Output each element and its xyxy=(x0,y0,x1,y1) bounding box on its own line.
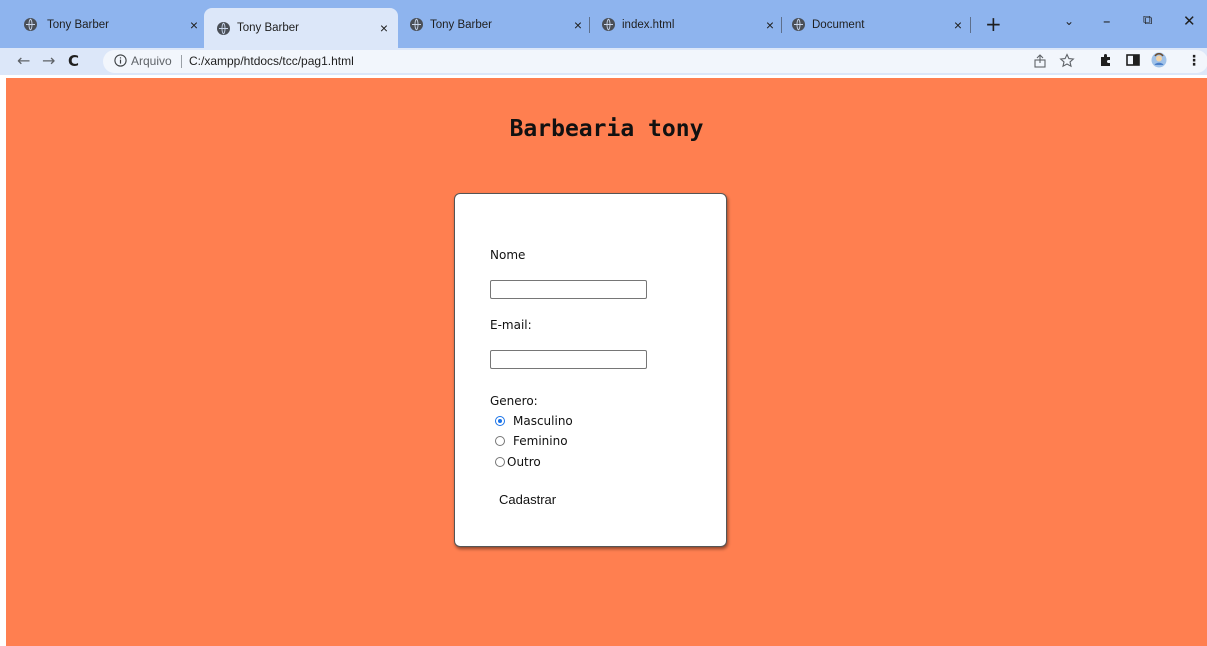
close-tab-icon[interactable]: × xyxy=(950,17,966,33)
globe-icon xyxy=(410,18,423,31)
signup-form: Nome E-mail: Genero: Masculino Feminino … xyxy=(454,193,727,547)
tab-title: Tony Barber xyxy=(237,22,300,34)
gender-option-masculino[interactable]: Masculino xyxy=(495,414,573,428)
tab[interactable]: Document × xyxy=(782,9,972,40)
forward-icon[interactable]: → xyxy=(42,51,55,71)
minimize-icon[interactable]: – xyxy=(1103,12,1111,30)
side-panel-icon[interactable] xyxy=(1125,52,1141,68)
name-label: Nome xyxy=(490,248,526,262)
menu-kebab-icon[interactable]: ⋮ xyxy=(1187,51,1201,71)
tab-strip: Tony Barber × Tony Barber × Tony Barber … xyxy=(0,0,1207,48)
profile-avatar-icon[interactable] xyxy=(1151,52,1167,68)
cadastrar-button[interactable]: Cadastrar xyxy=(499,492,556,507)
tab-title: index.html xyxy=(622,18,675,31)
restore-icon[interactable]: ⧉ xyxy=(1143,13,1152,28)
tab-title: Document xyxy=(812,18,865,31)
radio-label-feminino: Feminino xyxy=(513,434,568,448)
globe-icon xyxy=(24,18,37,31)
tab[interactable]: index.html × xyxy=(590,9,786,40)
email-label: E-mail: xyxy=(490,318,532,332)
email-input[interactable] xyxy=(490,350,647,369)
tab-title: Tony Barber xyxy=(430,18,493,31)
address-url[interactable]: C:/xampp/htdocs/tcc/pag1.html xyxy=(189,54,354,68)
globe-icon xyxy=(602,18,615,31)
bookmark-star-icon[interactable] xyxy=(1059,53,1075,69)
tab[interactable]: Tony Barber × xyxy=(6,9,202,40)
window-close-icon[interactable]: ✕ xyxy=(1183,12,1196,30)
radio-label-masculino: Masculino xyxy=(513,414,573,428)
radio-masculino[interactable] xyxy=(495,416,505,426)
tab-title: Tony Barber xyxy=(47,18,110,31)
address-bar[interactable]: Arquivo C:/xampp/htdocs/tcc/pag1.html xyxy=(103,50,1207,73)
extensions-puzzle-icon[interactable] xyxy=(1098,52,1114,68)
tab-search-icon[interactable]: ⌄ xyxy=(1064,14,1074,28)
tab-active[interactable]: Tony Barber × xyxy=(204,8,398,48)
reload-icon[interactable]: C xyxy=(68,51,79,71)
close-tab-icon[interactable]: × xyxy=(762,17,778,33)
back-icon[interactable]: ← xyxy=(17,51,30,71)
new-tab-icon[interactable]: + xyxy=(985,14,1002,34)
radio-outro[interactable] xyxy=(495,457,505,467)
tab-separator xyxy=(970,17,971,33)
address-prefix: Arquivo xyxy=(131,54,172,68)
radio-feminino[interactable] xyxy=(495,436,505,446)
gender-option-outro[interactable]: Outro xyxy=(495,455,541,469)
address-separator xyxy=(181,55,182,68)
globe-icon xyxy=(792,18,805,31)
gender-label: Genero: xyxy=(490,394,538,408)
info-icon[interactable] xyxy=(114,54,127,67)
close-tab-icon[interactable]: × xyxy=(376,20,392,36)
globe-icon xyxy=(217,21,230,35)
name-input[interactable] xyxy=(490,280,647,299)
radio-label-outro: Outro xyxy=(507,455,541,469)
page-title: Barbearia tony xyxy=(509,116,704,142)
close-tab-icon[interactable]: × xyxy=(186,17,202,33)
browser-toolbar: ← → C Arquivo C:/xampp/htdocs/tcc/pag1.h… xyxy=(0,48,1207,75)
tab[interactable]: Tony Barber × xyxy=(398,9,594,40)
close-tab-icon[interactable]: × xyxy=(570,17,586,33)
share-icon[interactable] xyxy=(1032,53,1048,69)
gender-option-feminino[interactable]: Feminino xyxy=(495,434,568,448)
page-body: Barbearia tony Nome E-mail: Genero: Masc… xyxy=(6,78,1207,646)
